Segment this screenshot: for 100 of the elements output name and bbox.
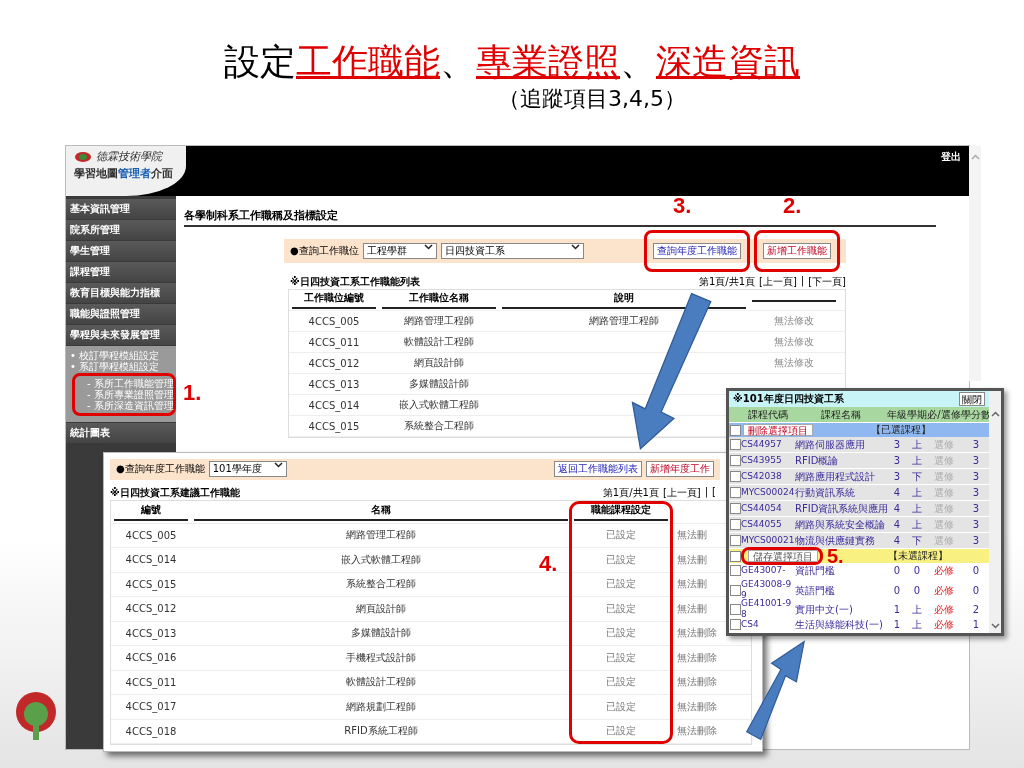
page-info: 第1頁/共1頁 <box>602 485 659 500</box>
action-button[interactable]: 新增年度工作 <box>646 461 714 478</box>
pager-separator: | <box>800 275 805 289</box>
table-cell: 無法刪除 <box>677 699 717 714</box>
scroll-down-icon[interactable] <box>990 623 1000 629</box>
course-name[interactable]: 物流與供應鏈實務 <box>795 535 887 547</box>
term-cell-text: 0 <box>912 584 922 596</box>
course-name[interactable]: 行動資訊系統 <box>795 487 887 499</box>
section-button[interactable]: 儲存選擇項目 <box>748 550 818 563</box>
course-code[interactable]: CS4 <box>741 619 795 630</box>
checkbox[interactable] <box>730 455 741 467</box>
course-type: 必修 <box>933 584 955 596</box>
checkbox[interactable] <box>730 550 741 562</box>
credit-cell-text: 3 <box>971 535 981 547</box>
checkbox[interactable] <box>730 439 741 451</box>
course-name[interactable]: 網路應用程式設計 <box>795 471 887 483</box>
section-label: 【已選課程】 <box>870 423 932 438</box>
column-header: 年級 <box>887 407 907 422</box>
pager-link[interactable]: [上一頁] <box>759 275 797 289</box>
checkbox[interactable] <box>730 471 741 483</box>
course-name[interactable]: 生活與綠能科技(一) <box>795 619 887 630</box>
course-code[interactable]: MYCS00024 <box>741 487 795 499</box>
course-name[interactable]: 英語門檻 <box>795 584 887 596</box>
sidebar-item[interactable]: 統計圖表 <box>66 423 176 443</box>
step-number: 1. <box>183 380 202 406</box>
checkbox[interactable] <box>730 519 741 531</box>
credit-cell-text: 3 <box>971 439 981 451</box>
table-cell: 軟體設計工程師 <box>346 675 416 690</box>
pager-link[interactable]: [上一頁] <box>662 485 701 500</box>
sidebar-item[interactable]: 院系所管理 <box>66 220 176 240</box>
course-code[interactable]: CS43955 <box>741 455 795 467</box>
credit-cell-text: 2 <box>971 603 981 615</box>
table-cell: 無法刪 <box>677 552 707 567</box>
action-button[interactable]: 返回工作職能列表 <box>554 461 642 478</box>
scroll-up-icon[interactable] <box>970 154 980 160</box>
term-cell-text: 上 <box>911 455 923 467</box>
course-code[interactable]: MYCS00021 <box>741 535 795 547</box>
sidebar-item[interactable]: 職能與證照管理 <box>66 304 176 324</box>
course-code[interactable]: CS42038 <box>741 471 795 483</box>
select-field[interactable]: 日四技資工系 <box>440 243 584 259</box>
course-name[interactable]: 資訊門檻 <box>795 565 887 577</box>
action-button[interactable]: 查詢年度工作職能 <box>653 243 741 259</box>
chevron-down-icon <box>273 462 283 469</box>
table-cell: 4CCS_012 <box>308 357 360 369</box>
checkbox[interactable] <box>730 603 741 615</box>
table-cell: 4CCS_005 <box>308 315 360 327</box>
term-cell-text: 下 <box>911 471 923 483</box>
checkbox[interactable] <box>730 487 741 499</box>
sidebar-item[interactable]: 學生管理 <box>66 241 176 261</box>
credit-cell-text: 3 <box>971 503 981 515</box>
column-header: 名稱 <box>194 502 568 521</box>
table-cell: 4CCS_011 <box>308 336 360 348</box>
sidebar-item[interactable]: 課程管理 <box>66 262 176 282</box>
checkbox[interactable] <box>730 619 741 630</box>
pager-link[interactable]: [ <box>712 485 716 500</box>
checkbox[interactable] <box>730 565 741 577</box>
pager-link[interactable]: [下一頁] <box>808 275 846 289</box>
select-field[interactable]: 工程學群 <box>362 243 437 259</box>
course-name[interactable]: 實用中文(一) <box>795 603 887 615</box>
sidebar-item[interactable]: 學程與未來發展管理 <box>66 325 176 345</box>
term-cell-text: 上 <box>911 603 923 615</box>
sidebar-item[interactable]: 基本資訊管理 <box>66 199 176 219</box>
checkbox[interactable] <box>730 535 741 547</box>
course-code[interactable]: CS44055 <box>741 519 795 531</box>
table-cell: 網路管理工程師 <box>346 528 416 543</box>
table-cell: 4CCS_015 <box>308 420 360 432</box>
course-code[interactable]: GE41001-98 <box>741 598 795 621</box>
course-name[interactable]: 網路與系統安全概論 <box>795 519 887 531</box>
course-code[interactable]: CS44054 <box>741 503 795 515</box>
course-code[interactable]: GE43007- <box>741 565 795 577</box>
course-name[interactable]: 網路伺服器應用 <box>795 439 887 451</box>
close-button[interactable]: 關閉 <box>959 392 985 407</box>
course-type: 必修 <box>933 603 955 615</box>
page-info: 第1頁/共1頁 <box>698 275 755 289</box>
table-cell: 無法刪 <box>677 577 707 592</box>
table-cell: 4CCS_017 <box>125 701 177 713</box>
select-field[interactable]: 101學年度 <box>208 461 287 478</box>
step-number: 4. <box>539 550 558 577</box>
table-cell: 無法刪除 <box>677 724 717 739</box>
course-name[interactable]: RFID概論 <box>795 455 887 467</box>
grade-cell-text: 3 <box>892 455 902 467</box>
action-button[interactable]: 新增工作職能 <box>763 243 831 259</box>
scroll-up-icon[interactable] <box>990 411 1000 417</box>
table-cell: 網路規劃工程師 <box>346 699 416 714</box>
course-name[interactable]: RFID資訊系統與應用 <box>795 503 887 515</box>
logout-link[interactable]: 登出 <box>933 146 969 196</box>
checkbox[interactable] <box>730 503 741 515</box>
term-cell-text: 上 <box>911 439 923 451</box>
course-code[interactable]: CS44957 <box>741 439 795 451</box>
sidebar-item[interactable]: 教育目標與能力指標 <box>66 283 176 303</box>
table-cell: 無法刪除 <box>677 650 717 665</box>
grade-cell-text: 3 <box>892 439 902 451</box>
checkbox[interactable] <box>730 424 741 436</box>
column-header: 工作職位編號 <box>292 291 376 309</box>
table-cell: 無法刪除 <box>677 675 717 690</box>
table-cell: 無法刪除 <box>677 626 717 641</box>
section-button[interactable]: 刪除選擇項目 <box>743 424 813 437</box>
table-cell: 4CCS_016 <box>125 652 177 664</box>
table-cell: 網路管理工程師 <box>404 314 474 328</box>
checkbox[interactable] <box>730 584 741 596</box>
